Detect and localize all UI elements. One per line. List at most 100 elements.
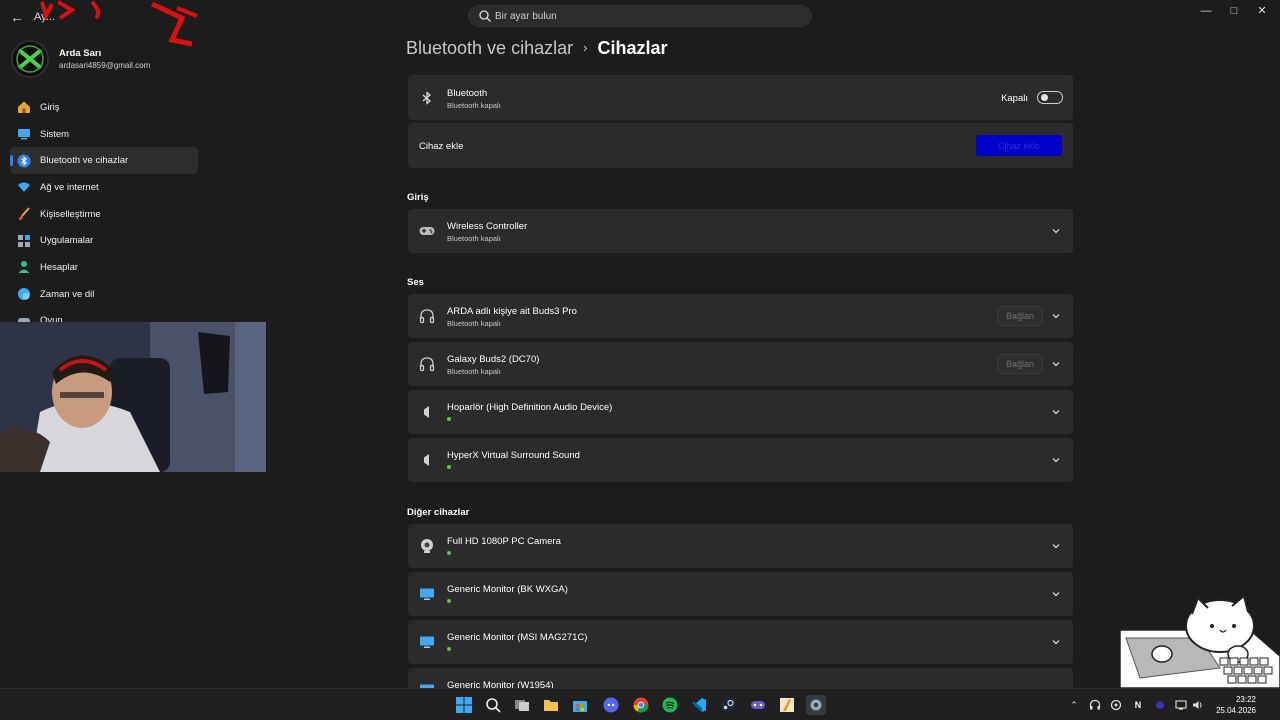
device-card[interactable]: Wireless Controller Bluetooth kapalı <box>408 209 1073 253</box>
cat-sticker-image <box>1120 596 1280 688</box>
connected-indicator <box>447 465 451 469</box>
sidebar-item-home[interactable]: Giriş <box>10 94 198 121</box>
store-icon[interactable] <box>571 696 589 714</box>
monitor-icon <box>419 586 435 602</box>
chevron-right-icon: › <box>583 40 588 55</box>
device-card[interactable]: Full HD 1080P PC Camera <box>408 524 1073 568</box>
vscode-icon[interactable] <box>690 696 708 714</box>
toggle-state-label: Kapalı <box>1001 93 1028 104</box>
sidebar-item-label: Uygulamalar <box>40 235 94 247</box>
headset-icon[interactable] <box>1088 698 1102 712</box>
device-card[interactable]: HyperX Virtual Surround Sound <box>408 438 1073 482</box>
section-title-other: Diğer cihazlar <box>407 507 470 518</box>
avatar-logo-icon <box>13 42 47 76</box>
sidebar-item-accounts[interactable]: Hesaplar <box>10 254 198 281</box>
avatar[interactable] <box>11 40 49 78</box>
bluetooth-status: Bluetooth kapalı <box>447 101 501 110</box>
sidebar-item-label: Giriş <box>40 101 60 113</box>
chevron-down-icon[interactable] <box>1051 226 1061 236</box>
game-icon[interactable] <box>749 696 767 714</box>
tray-chevron-up-icon[interactable]: ⌃ <box>1067 698 1081 712</box>
breadcrumb: Bluetooth ve cihazlar › Cihazlar <box>406 38 667 59</box>
device-status: Bluetooth kapalı <box>447 234 501 243</box>
breadcrumb-parent-link[interactable]: Bluetooth ve cihazlar <box>406 38 573 58</box>
chevron-down-icon[interactable] <box>1051 407 1061 417</box>
network-icon[interactable] <box>1174 698 1188 712</box>
maximize-button[interactable]: □ <box>1223 4 1245 18</box>
settings-icon[interactable] <box>806 695 826 715</box>
bluetooth-title: Bluetooth <box>447 88 488 99</box>
chevron-down-icon[interactable] <box>1051 455 1061 465</box>
sidebar-item-system[interactable]: Sistem <box>10 121 198 148</box>
brush-icon <box>17 207 31 221</box>
person-icon <box>17 260 31 274</box>
connect-button[interactable]: Bağlan <box>997 306 1043 326</box>
device-name: Generic Monitor (BK WXGA) <box>447 584 568 595</box>
sidebar-item-label: Zaman ve dil <box>40 288 95 300</box>
profile-email: ardasari4859@gmail.com <box>59 61 151 70</box>
back-arrow-icon[interactable]: ← <box>8 8 26 26</box>
tray-n-icon[interactable]: N <box>1131 698 1145 712</box>
device-card[interactable]: Generic Monitor (BK WXGA) <box>408 572 1073 616</box>
connected-indicator <box>447 551 451 555</box>
add-device-button[interactable]: Cihaz ekle <box>976 135 1062 156</box>
discord-icon[interactable] <box>602 696 620 714</box>
connected-indicator <box>447 417 451 421</box>
sidebar-item-label: Ağ ve internet <box>40 181 99 193</box>
spotify-icon[interactable] <box>661 696 679 714</box>
globe-icon <box>17 287 31 301</box>
chevron-down-icon[interactable] <box>1051 541 1061 551</box>
monitor-icon <box>17 127 31 141</box>
add-device-label: Cihaz ekle <box>419 141 464 152</box>
tray-app-icon[interactable] <box>1109 698 1123 712</box>
sidebar-item-time-language[interactable]: Zaman ve dil <box>10 281 198 308</box>
device-status: Bluetooth kapalı <box>447 367 501 376</box>
sidebar-item-personalization[interactable]: Kişiselleştirme <box>10 201 198 228</box>
device-card[interactable]: Generic Monitor (W1954) <box>408 668 1073 688</box>
device-card[interactable]: Generic Monitor (MSI MAG271C) <box>408 620 1073 664</box>
connect-button[interactable]: Bağlan <box>997 354 1043 374</box>
device-card[interactable]: ARDA adlı kişiye ait Buds3 Pro Bluetooth… <box>408 294 1073 338</box>
chevron-down-icon[interactable] <box>1051 589 1061 599</box>
volume-icon[interactable] <box>1191 698 1205 712</box>
bluetooth-toggle[interactable] <box>1037 91 1063 104</box>
clock-time[interactable]: 23:22 <box>1222 695 1256 704</box>
device-status: Bluetooth kapalı <box>447 319 501 328</box>
task-view-icon[interactable] <box>513 696 531 714</box>
file-explorer-icon[interactable] <box>542 696 560 714</box>
headphones-icon <box>419 308 435 324</box>
clock-date[interactable]: 25.04.2026 <box>1208 706 1256 715</box>
toggle-knob <box>1041 94 1048 101</box>
minimize-button[interactable]: — <box>1195 4 1217 18</box>
chevron-down-icon[interactable] <box>1051 311 1061 321</box>
tray-dot-icon[interactable] <box>1153 698 1167 712</box>
search-icon[interactable] <box>484 696 502 714</box>
device-name: Generic Monitor (W1954) <box>447 680 554 688</box>
connected-indicator <box>447 647 451 651</box>
gamepad-icon <box>419 223 435 239</box>
page-title: Cihazlar <box>597 38 668 58</box>
app-icon[interactable] <box>778 696 796 714</box>
device-name: Hoparlör (High Definition Audio Device) <box>447 402 613 413</box>
chrome-icon[interactable] <box>632 696 650 714</box>
device-name: Galaxy Buds2 (DC70) <box>447 354 540 365</box>
sidebar-item-network[interactable]: Ağ ve internet <box>10 174 198 201</box>
search-box[interactable] <box>468 5 812 27</box>
device-card[interactable]: Hoparlör (High Definition Audio Device) <box>408 390 1073 434</box>
device-card[interactable]: Galaxy Buds2 (DC70) Bluetooth kapalı Bağ… <box>408 342 1073 386</box>
steam-icon[interactable] <box>719 696 737 714</box>
connected-indicator <box>447 599 451 603</box>
search-input[interactable] <box>495 8 795 24</box>
speaker-icon <box>419 452 435 468</box>
sidebar-item-bluetooth[interactable]: Bluetooth ve cihazlar <box>10 147 198 175</box>
search-icon <box>479 10 491 22</box>
chevron-down-icon[interactable] <box>1051 637 1061 647</box>
close-button[interactable]: ✕ <box>1251 4 1273 18</box>
sidebar-item-apps[interactable]: Uygulamalar <box>10 227 198 254</box>
chevron-down-icon[interactable] <box>1051 359 1061 369</box>
monitor-icon <box>419 634 435 650</box>
bluetooth-icon <box>17 154 31 168</box>
bluetooth-toggle-card: Bluetooth Bluetooth kapalı Kapalı <box>408 75 1073 120</box>
windows-start-icon[interactable] <box>455 696 473 714</box>
sidebar-item-label: Bluetooth ve cihazlar <box>40 155 129 167</box>
